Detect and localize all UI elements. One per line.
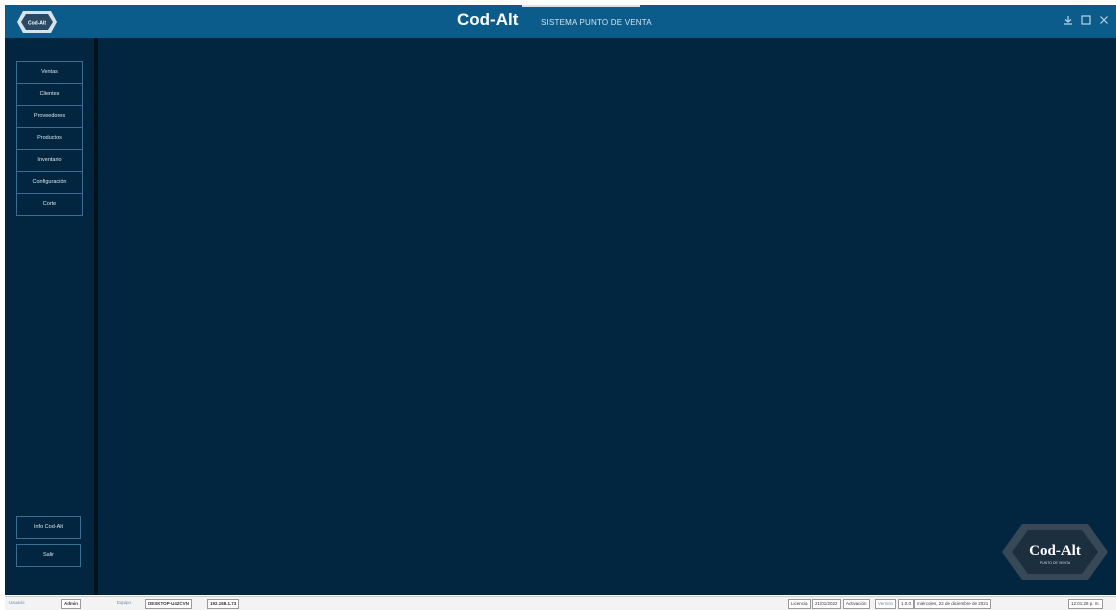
sidebar-item-ventas[interactable]: Ventas bbox=[17, 62, 82, 84]
status-version-label: Versión bbox=[875, 599, 897, 609]
status-user-label: Usuario bbox=[9, 600, 25, 605]
title-bar: Cod-Alt Cod-Alt SISTEMA PUNTO DE VENTA bbox=[5, 5, 1116, 38]
watermark-tagline: PUNTO DE VENTA bbox=[1040, 561, 1071, 565]
sidebar: Ventas Clientes Proveedores Productos In… bbox=[5, 38, 94, 595]
close-icon[interactable] bbox=[1098, 14, 1110, 26]
logo-text: Cod-Alt bbox=[28, 21, 46, 27]
app-title: Cod-Alt bbox=[457, 10, 519, 29]
status-time: 12:01:28 p. m. bbox=[1068, 599, 1103, 609]
sidebar-nav: Ventas Clientes Proveedores Productos In… bbox=[16, 61, 83, 216]
status-version-value: 1.0.0 bbox=[898, 599, 915, 609]
restore-icon[interactable] bbox=[1080, 14, 1092, 26]
sidebar-item-proveedores[interactable]: Proveedores bbox=[17, 106, 82, 128]
minimize-icon[interactable] bbox=[1062, 14, 1074, 26]
watermark-brand: Cod-Alt bbox=[1029, 543, 1081, 559]
title-tab-indicator bbox=[522, 5, 640, 7]
status-activation-label: Activación bbox=[843, 599, 870, 609]
status-bar: Usuario Admin Equipo DESKTOP-U42CVN 192.… bbox=[5, 596, 1116, 610]
sidebar-item-corte[interactable]: Corte bbox=[17, 194, 82, 215]
status-license-value: 21/01/2022 bbox=[812, 599, 841, 609]
status-user-value: Admin bbox=[61, 599, 81, 609]
app-logo[interactable]: Cod-Alt bbox=[17, 11, 57, 33]
sidebar-item-configuracion[interactable]: Configuración bbox=[17, 172, 82, 194]
status-ip: 192.168.1.73 bbox=[207, 599, 240, 609]
sidebar-item-clientes[interactable]: Clientes bbox=[17, 84, 82, 106]
app-subtitle: SISTEMA PUNTO DE VENTA bbox=[541, 18, 652, 27]
sidebar-bottom: Info Cod-Alt Salir bbox=[16, 516, 81, 572]
sidebar-item-productos[interactable]: Productos bbox=[17, 128, 82, 150]
window-controls bbox=[1062, 14, 1110, 26]
main-content-area bbox=[98, 38, 1116, 595]
status-license-label: Licencia bbox=[788, 599, 811, 609]
brand-watermark: Cod-Alt PUNTO DE VENTA bbox=[1000, 520, 1110, 584]
status-team-label: Equipo bbox=[117, 600, 132, 605]
sidebar-item-inventario[interactable]: Inventario bbox=[17, 150, 82, 172]
status-host: DESKTOP-U42CVN bbox=[145, 599, 192, 609]
app-window: Cod-Alt Cod-Alt SISTEMA PUNTO DE VENTA V… bbox=[5, 5, 1116, 595]
exit-button[interactable]: Salir bbox=[16, 544, 81, 567]
info-button[interactable]: Info Cod-Alt bbox=[16, 516, 81, 539]
status-date: miércoles, 22 de diciembre de 2021 bbox=[914, 599, 992, 609]
